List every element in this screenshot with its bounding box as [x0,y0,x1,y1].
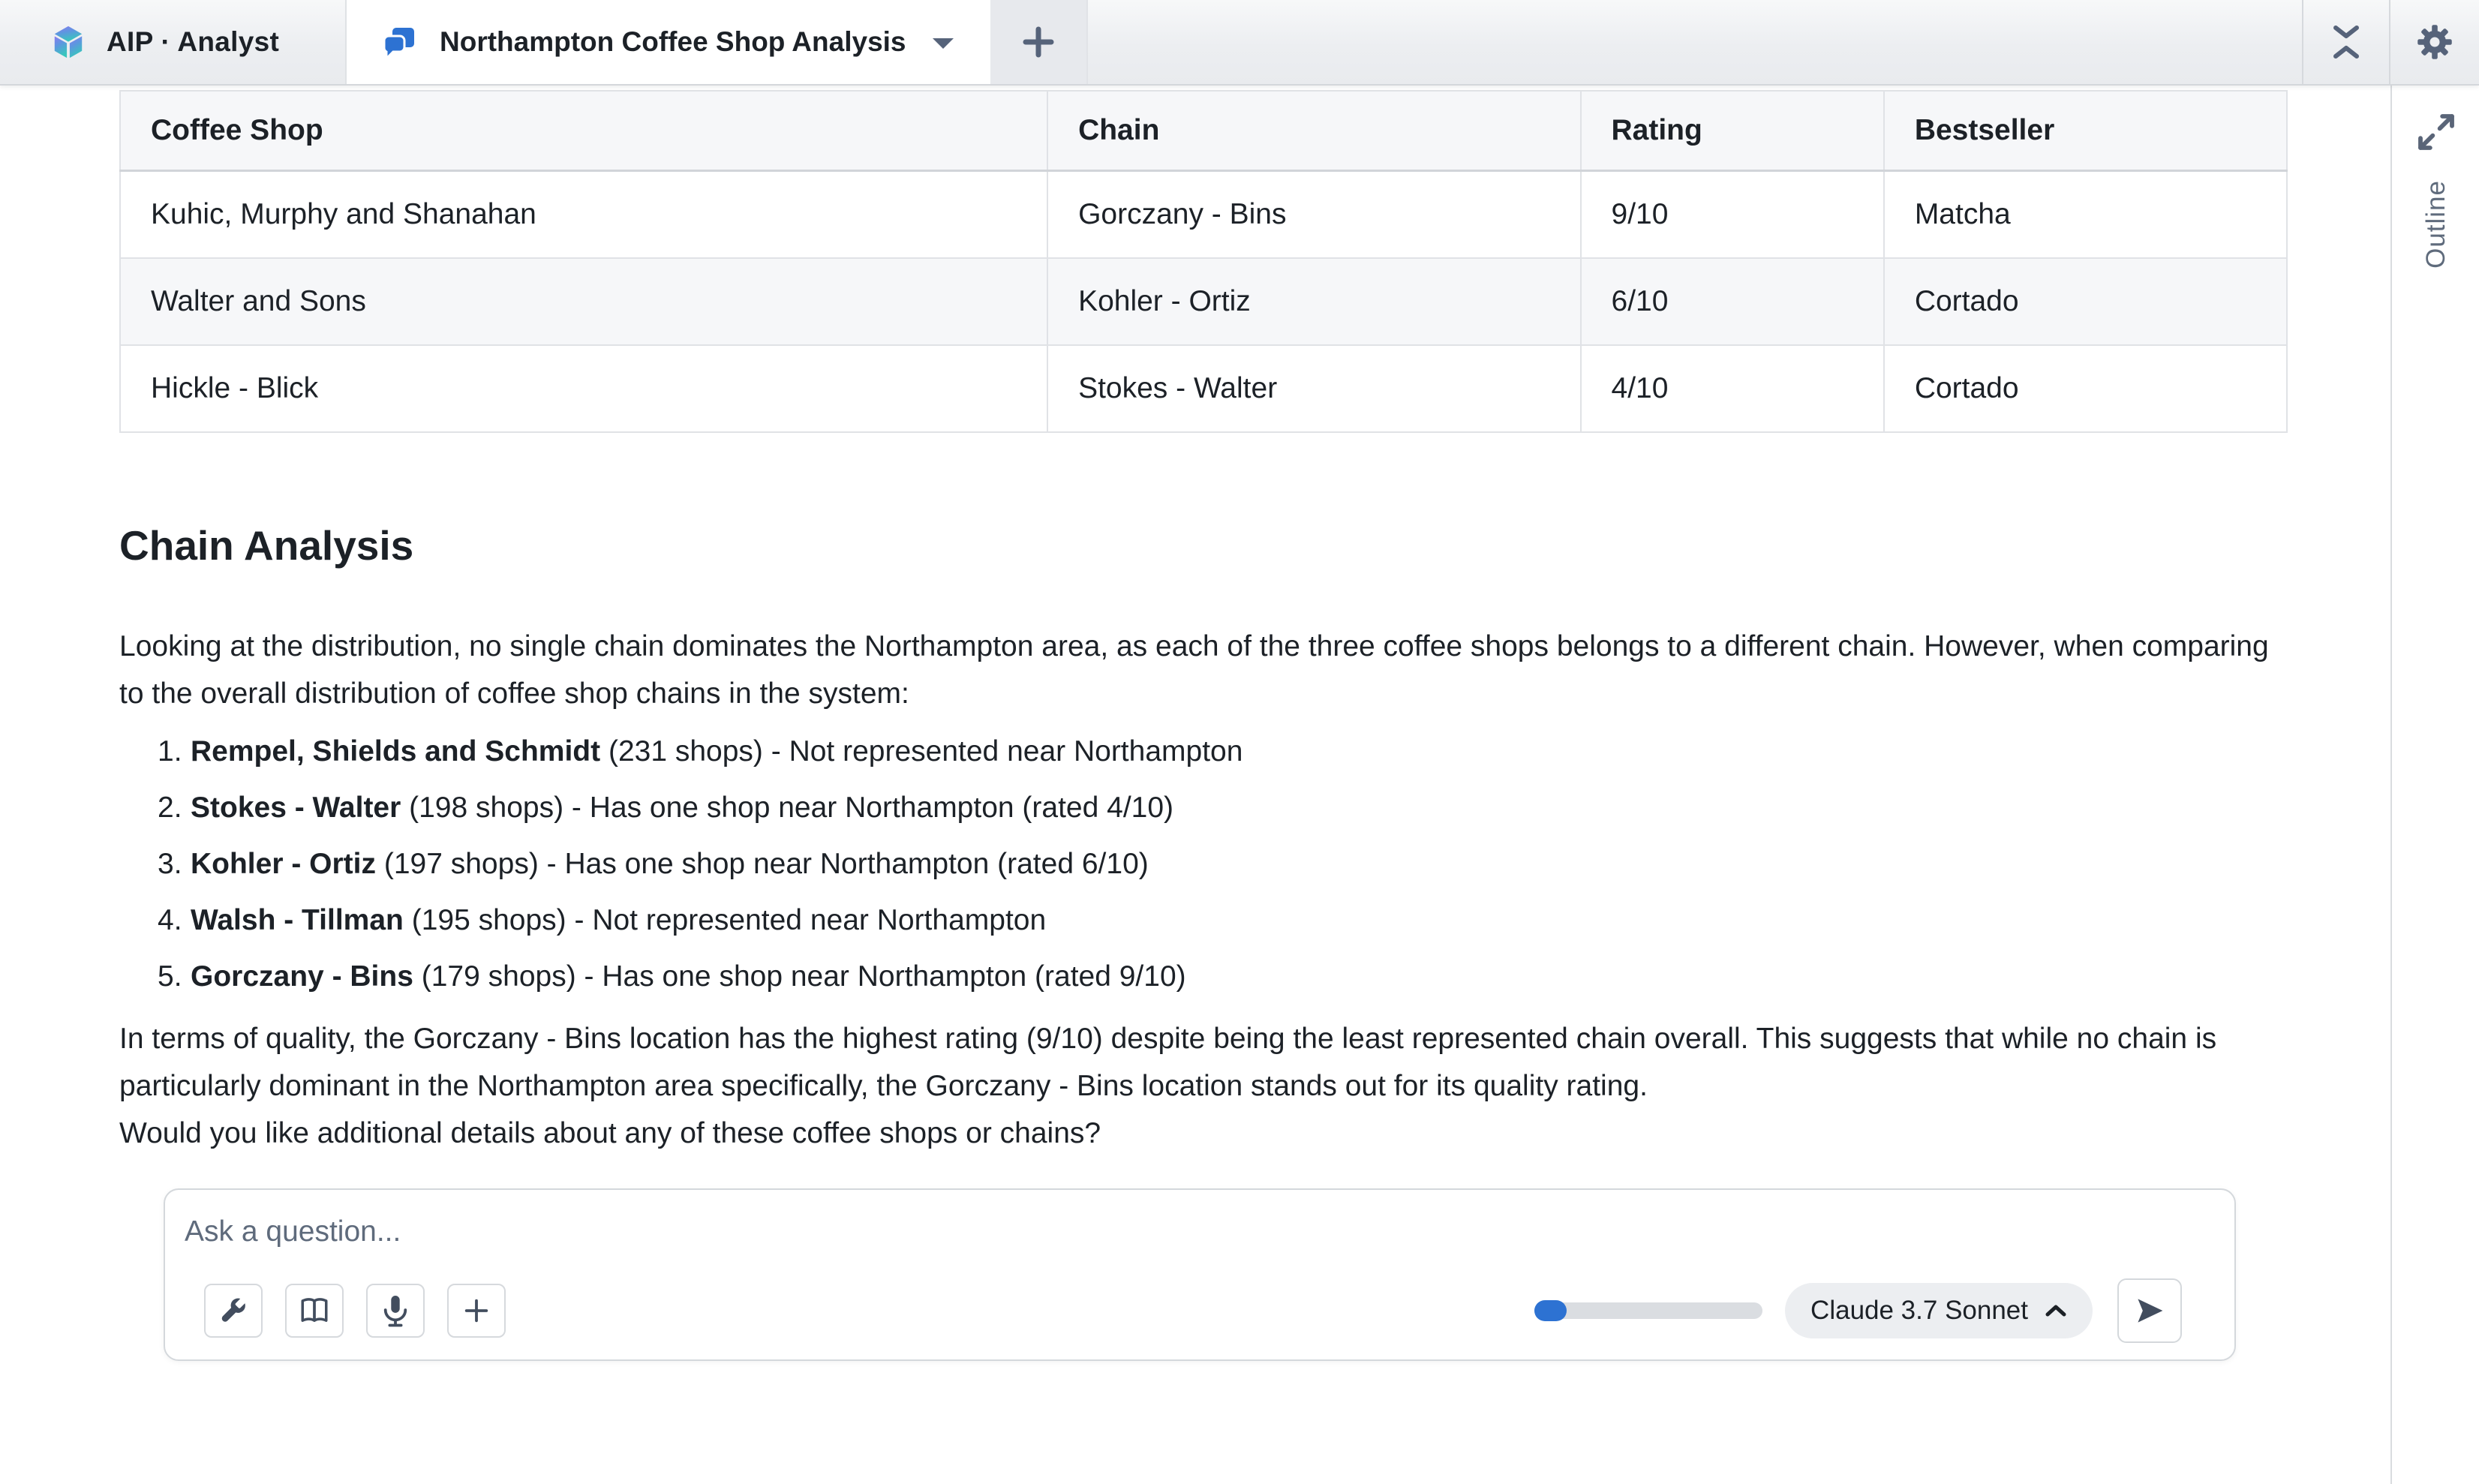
outline-rail: Outline [2390,84,2479,1484]
send-icon [2133,1294,2166,1327]
composer-toolbar: Claude 3.7 Sonnet [204,1278,2182,1343]
collapse-button[interactable] [2303,0,2389,84]
book-open-icon [299,1296,330,1326]
table-cell: Stokes - Walter [1047,345,1580,432]
chain-name: Rempel, Shields and Schmidt [191,735,600,768]
list-number: 4. [158,903,191,938]
table-cell: Cortado [1884,258,2287,345]
outline-tab[interactable]: Outline [2421,180,2451,269]
list-item: 4.Walsh - Tillman (195 shops) - Not repr… [119,903,2288,938]
chain-detail: (231 shops) - Not represented near North… [600,735,1243,768]
table-cell: 4/10 [1581,345,1884,432]
expand-diagonal-icon [2415,111,2457,153]
list-item: 3.Kohler - Ortiz (197 shops) - Has one s… [119,846,2288,882]
context-usage-bar [1534,1302,1762,1319]
conversation-tab[interactable]: Northampton Coffee Shop Analysis [345,0,990,84]
plus-icon [1019,23,1058,62]
question-composer: Ask a question... [164,1188,2236,1361]
list-number: 5. [158,959,191,994]
column-header: Rating [1581,91,1884,171]
chain-name: Kohler - Ortiz [191,848,376,880]
conversation-content: Coffee Shop Chain Rating Bestseller Kuhi… [0,84,2390,1484]
analysis-summary: In terms of quality, the Gorczany - Bins… [119,1015,2288,1110]
question-input[interactable]: Ask a question... [185,1215,401,1248]
table-cell: Kohler - Ortiz [1047,258,1580,345]
column-header: Coffee Shop [120,91,1047,171]
chevron-up-icon [2045,1303,2067,1318]
list-item: 1.Rempel, Shields and Schmidt (231 shops… [119,734,2288,769]
list-number: 2. [158,790,191,825]
chain-name: Walsh - Tillman [191,904,404,936]
gear-icon [2415,23,2454,62]
table-cell: Walter and Sons [120,258,1047,345]
chain-detail: (179 shops) - Has one shop near Northamp… [413,960,1186,993]
column-header: Chain [1047,91,1580,171]
chevron-down-icon[interactable] [930,33,956,51]
table-row: Walter and Sons Kohler - Ortiz 6/10 Cort… [120,258,2287,345]
knowledge-button[interactable] [285,1284,344,1338]
analysis-followup: Would you like additional details about … [119,1110,2288,1157]
aip-cube-logo-icon [51,24,86,60]
table-cell: 9/10 [1581,171,1884,259]
topbar: AIP · Analyst Northampton Coffee Shop An… [0,0,2479,86]
new-tab-button[interactable] [990,0,1088,84]
table-cell: Cortado [1884,345,2287,432]
chain-detail: (198 shops) - Has one shop near Northamp… [401,792,1173,824]
table-cell: Hickle - Blick [120,345,1047,432]
analysis-intro: Looking at the distribution, no single c… [119,623,2288,717]
table-cell: Kuhic, Murphy and Shanahan [120,171,1047,259]
section-heading: Chain Analysis [119,520,2288,572]
model-label: Claude 3.7 Sonnet [1810,1296,2028,1326]
list-number: 3. [158,846,191,882]
coffee-shop-table: Coffee Shop Chain Rating Bestseller Kuhi… [119,90,2288,433]
expand-panel-button[interactable] [2392,111,2479,153]
chain-detail: (195 shops) - Not represented near North… [404,904,1046,936]
context-usage-fill [1534,1300,1567,1321]
list-item: 2.Stokes - Walter (198 shops) - Has one … [119,790,2288,825]
table-cell: Gorczany - Bins [1047,171,1580,259]
table-row: Kuhic, Murphy and Shanahan Gorczany - Bi… [120,171,2287,259]
chain-list: 1.Rempel, Shields and Schmidt (231 shops… [119,734,2288,994]
table-cell: Matcha [1884,171,2287,259]
send-button[interactable] [2117,1278,2182,1343]
chat-icon [381,25,417,59]
collapse-vertical-icon [2329,23,2363,62]
tab-title: Northampton Coffee Shop Analysis [440,26,906,58]
tools-button[interactable] [204,1284,263,1338]
wrench-icon [218,1296,248,1326]
chain-name: Gorczany - Bins [191,960,413,993]
table-header-row: Coffee Shop Chain Rating Bestseller [120,91,2287,171]
column-header: Bestseller [1884,91,2287,171]
table-cell: 6/10 [1581,258,1884,345]
chain-name: Stokes - Walter [191,792,401,824]
microphone-icon [381,1294,410,1327]
app-brand: AIP · Analyst [51,0,279,84]
app-title: AIP · Analyst [107,26,279,58]
list-item: 5.Gorczany - Bins (179 shops) - Has one … [119,959,2288,994]
plus-icon [462,1296,491,1325]
settings-button[interactable] [2390,0,2479,84]
chain-detail: (197 shops) - Has one shop near Northamp… [376,848,1149,880]
attach-button[interactable] [447,1284,506,1338]
dictate-button[interactable] [366,1284,425,1338]
model-selector[interactable]: Claude 3.7 Sonnet [1785,1283,2093,1338]
table-row: Hickle - Blick Stokes - Walter 4/10 Cort… [120,345,2287,432]
list-number: 1. [158,734,191,769]
